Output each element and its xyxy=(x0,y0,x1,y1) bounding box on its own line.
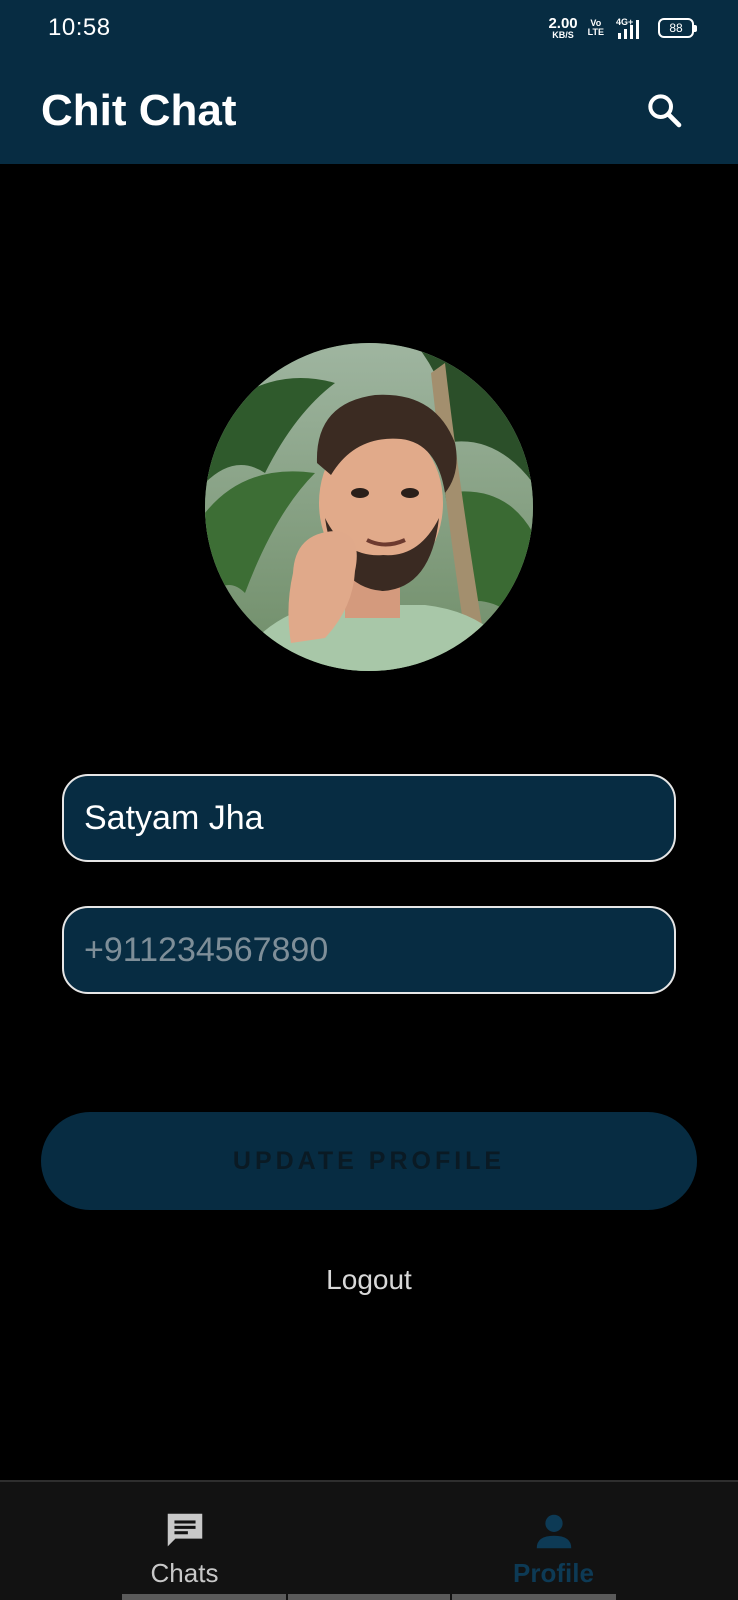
logout-link[interactable]: Logout xyxy=(0,1264,738,1296)
profile-screen: 10:58 2.00 KB/S Vo LTE 4G+ 88 Chit Chat … xyxy=(0,0,738,1600)
app-bar: Chit Chat xyxy=(0,56,738,164)
status-icons: 2.00 KB/S Vo LTE 4G+ 88 xyxy=(548,14,697,42)
network-speed-unit: KB/S xyxy=(552,30,574,40)
search-icon xyxy=(648,94,682,128)
name-field[interactable] xyxy=(62,774,676,862)
nav-label-profile: Profile xyxy=(513,1558,594,1588)
person-icon xyxy=(531,1508,577,1554)
scroll-indicator xyxy=(452,1594,616,1600)
nav-item-chats[interactable]: Chats xyxy=(0,1482,369,1600)
network-speed-value: 2.00 xyxy=(548,15,578,32)
nav-item-profile[interactable]: Profile xyxy=(369,1482,738,1600)
phone-input[interactable] xyxy=(84,930,654,970)
volte-bottom: LTE xyxy=(587,27,604,37)
volte-icon: Vo LTE xyxy=(588,19,604,37)
app-title: Chit Chat xyxy=(41,86,237,135)
name-input[interactable] xyxy=(84,798,654,838)
scroll-indicator xyxy=(122,1594,286,1600)
nav-label-chats: Chats xyxy=(150,1558,219,1588)
profile-photo xyxy=(205,343,533,671)
profile-avatar[interactable] xyxy=(205,343,533,671)
chat-icon xyxy=(162,1508,208,1554)
scroll-indicator xyxy=(288,1594,450,1600)
update-profile-button[interactable]: UPDATE PROFILE xyxy=(41,1112,697,1210)
network-speed: 2.00 KB/S xyxy=(548,16,577,40)
bottom-navigation: Chats Profile xyxy=(0,1480,738,1600)
battery-icon: 88 xyxy=(658,18,697,38)
search-button[interactable] xyxy=(638,84,690,136)
battery-level: 88 xyxy=(669,21,683,35)
phone-field[interactable] xyxy=(62,906,676,994)
status-bar: 10:58 2.00 KB/S Vo LTE 4G+ 88 xyxy=(0,0,738,56)
signal-icon: 4G+ xyxy=(616,17,639,39)
status-time: 10:58 xyxy=(48,14,111,41)
